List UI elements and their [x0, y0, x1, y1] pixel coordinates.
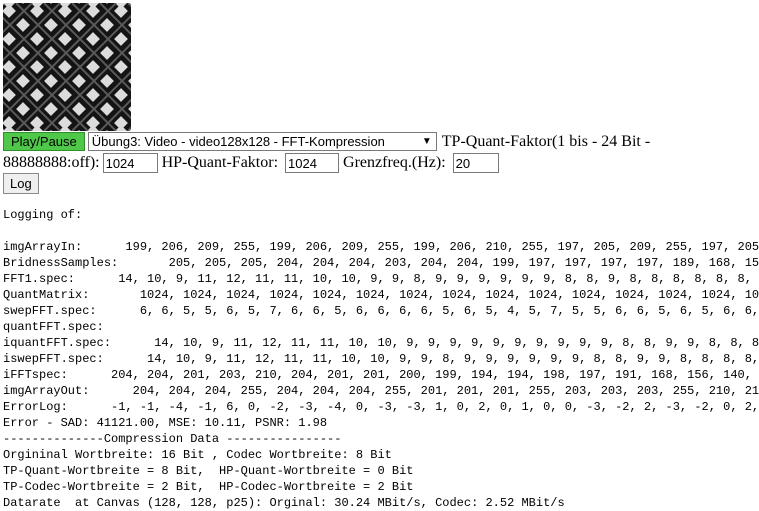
- cutoff-freq-label: Grenzfreq.(Hz):: [343, 154, 446, 171]
- mode-select-value: Übung3: Video - video128x128 - FFT-Kompr…: [91, 134, 385, 149]
- log-line: iquantFFT.spec: 14, 10, 9, 11, 12, 11, 1…: [3, 336, 759, 350]
- log-line: BridnessSamples: 205, 205, 205, 204, 204…: [3, 256, 759, 270]
- log-line: Orgininal Wortbreite: 16 Bit , Codec Wor…: [3, 448, 392, 462]
- log-line: Error - SAD: 41121.00, MSE: 10.11, PSNR:…: [3, 416, 328, 430]
- chevron-down-icon: ▼: [421, 136, 432, 147]
- log-line: QuantMatrix: 1024, 1024, 1024, 1024, 102…: [3, 288, 759, 302]
- log-line: imgArrayOut: 204, 204, 204, 255, 204, 20…: [3, 384, 759, 398]
- tp-label-continuation: 88888888:off):: [3, 154, 100, 171]
- log-line: imgArrayIn: 199, 206, 209, 255, 199, 206…: [3, 240, 759, 254]
- log-line: FFT1.spec: 14, 10, 9, 11, 12, 11, 11, 10…: [3, 272, 759, 286]
- log-line: iswepFFT.spec: 14, 10, 9, 11, 12, 11, 11…: [3, 352, 759, 366]
- log-line: TP-Quant-Wortbreite = 8 Bit, HP-Quant-Wo…: [3, 464, 414, 478]
- log-line: swepFFT.spec: 6, 6, 5, 5, 6, 5, 7, 6, 6,…: [3, 304, 759, 318]
- tp-quant-label: TP-Quant-Faktor(1 bis - 24 Bit -: [441, 133, 651, 150]
- hp-quant-input[interactable]: [285, 153, 340, 173]
- log-line: iFFTspec: 204, 204, 201, 203, 210, 204, …: [3, 368, 759, 382]
- controls-row: Play/Pause Übung3: Video - video128x128 -…: [3, 132, 759, 151]
- quant-inputs: 88888888:off): HP-Quant-Faktor: Grenzfreq…: [3, 153, 499, 173]
- log-title: Logging of:: [3, 208, 83, 222]
- log-line: ErrorLog: -1, -1, -4, -1, 6, 0, -2, -3, …: [3, 400, 759, 414]
- hp-quant-label: HP-Quant-Faktor:: [161, 154, 279, 171]
- video-canvas: [3, 3, 131, 131]
- play-pause-button[interactable]: Play/Pause: [3, 132, 85, 151]
- log-line: --------------Compression Data ---------…: [3, 432, 342, 446]
- log-button[interactable]: Log: [3, 173, 39, 194]
- cutoff-freq-input[interactable]: [452, 153, 499, 173]
- mode-select[interactable]: Übung3: Video - video128x128 - FFT-Kompr…: [87, 132, 437, 151]
- log-line: quantFFT.spec:: [3, 320, 104, 334]
- log-output: imgArrayIn: 199, 206, 209, 255, 199, 206…: [3, 239, 759, 511]
- tp-quant-input[interactable]: [102, 153, 158, 173]
- log-line: TP-Codec-Wortbreite = 2 Bit, HP-Codec-Wo…: [3, 480, 414, 494]
- log-line: Datarate at Canvas (128, 128, p25): Orgi…: [3, 496, 565, 510]
